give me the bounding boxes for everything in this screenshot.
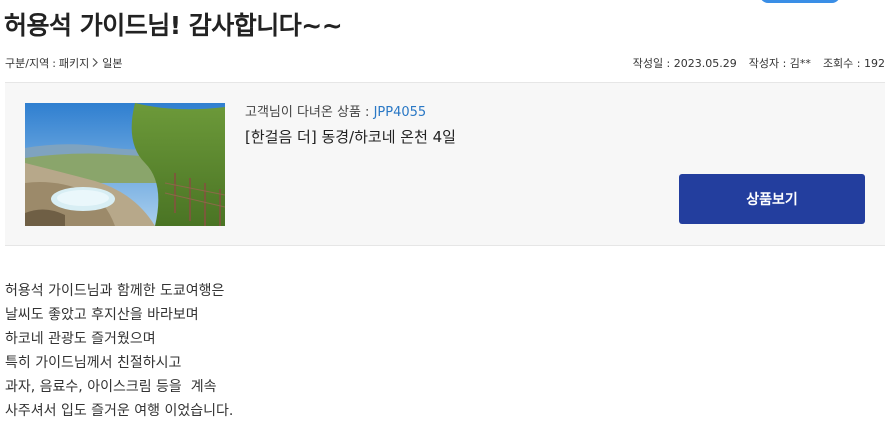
chevron-right-icon [92, 57, 99, 70]
review-page: 허용석 가이드님! 감사합니다~~ 구분/지역 : 패키지 일본 작성일 : 2… [0, 0, 895, 428]
category-label: 구분/지역 [5, 57, 50, 70]
content-line: 사주셔서 입도 즐거운 여행 이었습니다. [5, 403, 234, 419]
post-author: 작성자 : 김** [748, 57, 811, 70]
content-line: 특히 가이드님께서 친절하시고 [5, 355, 182, 371]
hot-spring-landscape-image[interactable] [25, 103, 225, 226]
content-line: 허용석 가이드님과 함께한 도쿄여행은 [5, 283, 225, 299]
content-line: 날씨도 좋았고 후지산을 바라보며 [5, 307, 199, 323]
top-action-tab[interactable] [760, 0, 840, 3]
category-separator: : [52, 56, 56, 70]
view-product-button[interactable]: 상품보기 [679, 174, 865, 224]
content-line: 과자, 음료수, 아이스크림 등을 계속 [5, 379, 217, 395]
post-category: 구분/지역 : 패키지 일본 [5, 55, 123, 71]
post-content: 허용석 가이드님과 함께한 도쿄여행은 날씨도 좋았고 후지산을 바라보며 하코… [5, 279, 233, 423]
post-title: 허용석 가이드님! 감사합니다~~ [4, 11, 343, 40]
post-date: 작성일 : 2023.05.29 [632, 57, 737, 70]
product-info: 고객님이 다녀온 상품 : JPP4055 [한걸음 더] 동경/하코네 온천 … [245, 101, 456, 147]
product-code-link[interactable]: JPP4055 [374, 105, 427, 120]
region-value: 일본 [102, 57, 123, 70]
product-name[interactable]: [한걸음 더] 동경/하코네 온천 4일 [245, 126, 456, 147]
category-value: 패키지 [58, 57, 90, 70]
content-line: 하코네 관광도 즐거웠으며 [5, 331, 156, 347]
product-code-line: 고객님이 다녀온 상품 : JPP4055 [245, 101, 456, 120]
post-meta: 작성일 : 2023.05.29 작성자 : 김** 조회수 : 192 [633, 55, 885, 71]
post-views: 조회수 : 192 [822, 57, 885, 70]
product-card: 고객님이 다녀온 상품 : JPP4055 [한걸음 더] 동경/하코네 온천 … [5, 82, 885, 246]
product-intro-label: 고객님이 다녀온 상품 : [245, 105, 370, 120]
